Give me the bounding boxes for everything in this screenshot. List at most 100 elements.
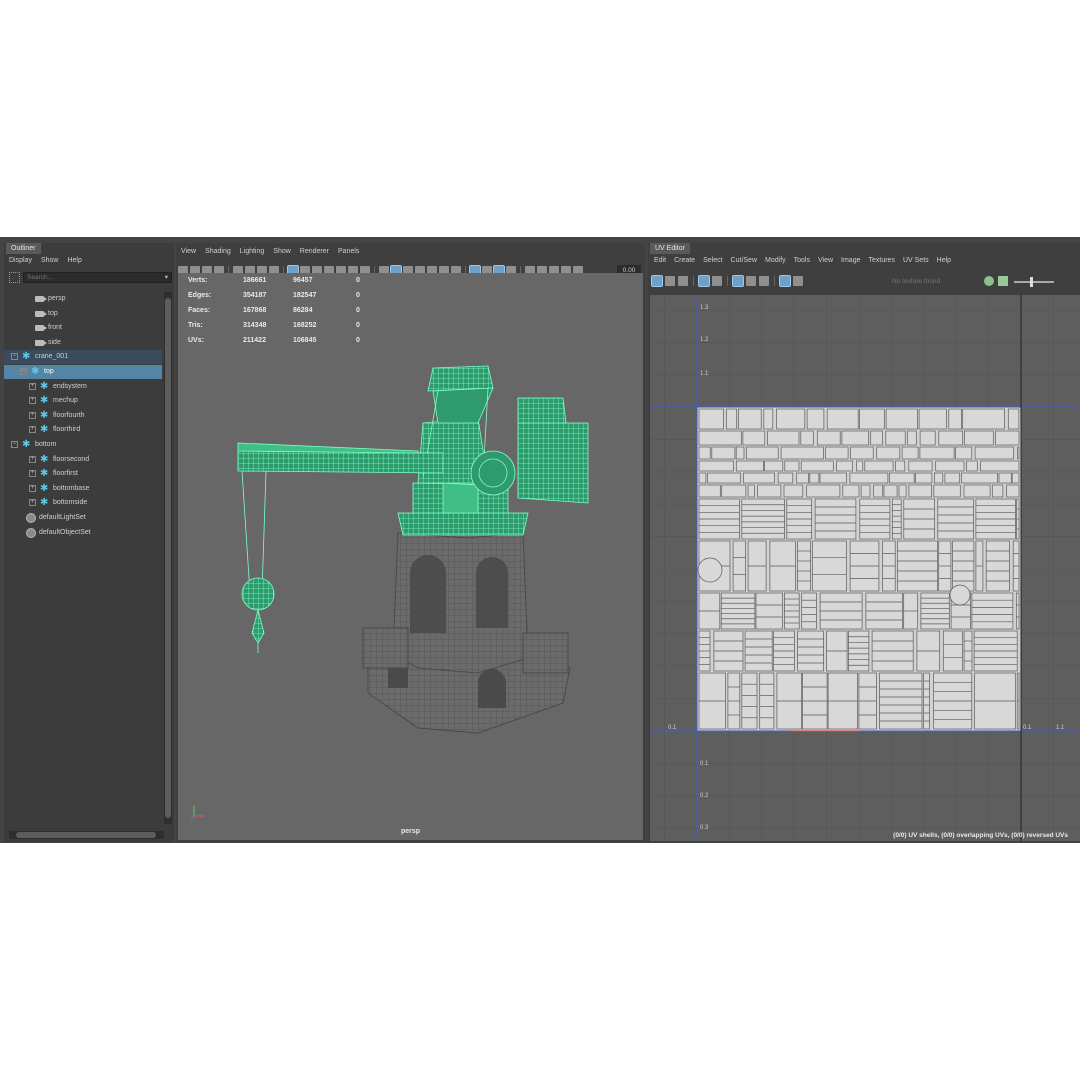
outliner-item[interactable]: top — [4, 307, 162, 321]
3d-viewport[interactable]: Verts: 186661 96457 0 Edges: 354187 182547 0 Fac… — [178, 273, 643, 840]
crane-model[interactable] — [178, 273, 643, 840]
uv-distortion-icon[interactable] — [712, 276, 722, 286]
outliner-item-label: floorsecond — [53, 455, 90, 463]
viewport-panel: View Shading Lighting Show Renderer Pane… — [176, 243, 645, 842]
uv-shell-select-icon[interactable] — [651, 275, 663, 287]
transform-group-icon: ✱ — [22, 351, 31, 363]
outliner-menubar: Display Show Help — [9, 256, 82, 266]
uv-tick-label: 0.1 — [1023, 725, 1032, 731]
expand-icon[interactable]: + — [29, 382, 36, 390]
uv-tick-label: 1.1 — [700, 371, 709, 377]
scrollbar-thumb[interactable] — [16, 832, 156, 838]
collapse-icon[interactable]: − — [20, 368, 27, 375]
outliner-item-label: floorfourth — [53, 411, 85, 419]
outliner-item[interactable]: − ✱ bottom — [4, 438, 162, 452]
expand-icon[interactable]: + — [29, 470, 36, 478]
slider-handle[interactable] — [1030, 277, 1033, 287]
uv-image-display-icon[interactable] — [779, 275, 791, 287]
uv-grid-icon[interactable] — [732, 275, 744, 287]
collapse-icon[interactable]: − — [11, 353, 18, 361]
texture-dropdown[interactable]: No texture found — [892, 276, 970, 287]
outliner-item-label: bottombase — [53, 484, 90, 492]
uv-tick-label: 1.3 — [700, 305, 709, 311]
uv-menu-item[interactable]: UV Sets — [903, 256, 929, 266]
exposure-slider[interactable] — [1014, 277, 1054, 287]
uv-vertex-select-icon[interactable] — [665, 276, 675, 286]
set-icon — [26, 513, 36, 523]
uv-edge-select-icon[interactable] — [678, 276, 688, 286]
transform-group-icon: ✱ — [31, 366, 40, 377]
search-placeholder: Search... — [27, 274, 54, 281]
outliner-item[interactable]: − ✱ top — [4, 365, 162, 379]
outliner-search-input[interactable]: Search... ▾ — [23, 272, 172, 283]
uv-tick-label: 1.1 — [1056, 725, 1065, 731]
uv-checker-icon[interactable] — [746, 276, 756, 286]
outliner-item[interactable]: + ✱ mechup — [4, 394, 162, 408]
outliner-item[interactable]: side — [4, 336, 162, 350]
uv-grid-canvas[interactable]: 1.3 1.2 1.1 0.1 0.2 0.3 0.1 0.1 1.1 (0/0) UV she… — [650, 295, 1080, 841]
uv-face-select-icon[interactable] — [698, 275, 710, 287]
viewport-menu-shading[interactable]: Shading — [205, 247, 231, 257]
viewport-menubar: View Shading Lighting Show Renderer Pane… — [181, 247, 359, 257]
collapse-icon[interactable]: − — [11, 441, 18, 448]
expand-icon[interactable]: + — [29, 411, 36, 419]
transform-group-icon: ✱ — [40, 497, 49, 509]
uv-snapshot-icon[interactable] — [759, 276, 769, 286]
uv-menu-item[interactable]: Modify — [765, 256, 786, 266]
transform-group-icon: ✱ — [40, 395, 49, 407]
outliner-item[interactable]: front — [4, 321, 162, 335]
uv-editor-tab[interactable]: UV Editor — [650, 243, 690, 254]
viewport-menu-view[interactable]: View — [181, 247, 196, 257]
scrollbar-thumb[interactable] — [165, 298, 171, 818]
uv-menu-item[interactable]: Select — [703, 256, 722, 266]
uv-menu-item[interactable]: Tools — [794, 256, 810, 266]
outliner-item[interactable]: + ✱ floorfourth — [4, 409, 162, 423]
outliner-menu-show[interactable]: Show — [41, 256, 59, 266]
outliner-item[interactable]: + ✱ endsystem — [4, 380, 162, 394]
uv-pattern-icon[interactable] — [793, 276, 803, 286]
outliner-menu-display[interactable]: Display — [9, 256, 32, 266]
outliner-item[interactable]: + ✱ bottomside — [4, 496, 162, 510]
uv-tick-label: 0.3 — [700, 825, 709, 831]
uv-menu-item[interactable]: Cut/Sew — [731, 256, 757, 266]
outliner-tab[interactable]: Outliner — [6, 243, 41, 254]
uv-menu-item[interactable]: Help — [937, 256, 951, 266]
viewport-menu-show[interactable]: Show — [273, 247, 291, 257]
outliner-horizontal-scrollbar[interactable] — [9, 831, 164, 839]
globe-icon[interactable] — [984, 276, 994, 286]
expand-icon[interactable]: + — [29, 484, 36, 492]
expand-icon[interactable]: + — [29, 397, 36, 405]
uv-menu-item[interactable]: Create — [674, 256, 695, 266]
image-icon[interactable] — [998, 276, 1008, 286]
camera-icon — [35, 325, 47, 332]
viewport-menu-renderer[interactable]: Renderer — [300, 247, 329, 257]
viewport-menu-lighting[interactable]: Lighting — [240, 247, 265, 257]
outliner-item[interactable]: − ✱ crane_001 — [4, 350, 162, 365]
uv-menu-item[interactable]: Image — [841, 256, 860, 266]
outliner-item-label: side — [48, 338, 61, 346]
camera-name-label: persp — [400, 828, 421, 835]
chevron-down-icon[interactable]: ▾ — [165, 273, 168, 282]
outliner-item[interactable]: + ✱ floorfirst — [4, 467, 162, 481]
outliner-item[interactable]: persp — [4, 292, 162, 306]
expand-icon[interactable]: + — [29, 426, 36, 434]
outliner-item[interactable]: + ✱ floorsecond — [4, 453, 162, 467]
outliner-item[interactable]: + ✱ floorthird — [4, 423, 162, 437]
transform-group-icon: ✱ — [40, 468, 49, 480]
outliner-item[interactable]: defaultObjectSet — [4, 526, 162, 540]
filter-icon[interactable] — [9, 272, 20, 283]
separator — [774, 276, 775, 286]
outliner-menu-help[interactable]: Help — [67, 256, 81, 266]
outliner-item[interactable]: + ✱ bottombase — [4, 482, 162, 496]
outliner-vertical-scrollbar[interactable] — [164, 292, 172, 824]
outliner-item[interactable]: defaultLightSet — [4, 511, 162, 525]
expand-icon[interactable]: + — [29, 499, 36, 507]
outliner-item-label: front — [48, 324, 63, 332]
outliner-panel: Outliner Display Show Help Search... ▾ p… — [4, 243, 174, 842]
uv-menu-item[interactable]: View — [818, 256, 833, 266]
uv-menu-item[interactable]: Edit — [654, 256, 666, 266]
viewport-menu-panels[interactable]: Panels — [338, 247, 359, 257]
expand-icon[interactable]: + — [29, 455, 36, 463]
uv-menu-item[interactable]: Textures — [869, 256, 895, 266]
outliner-item-label: mechup — [53, 397, 78, 405]
